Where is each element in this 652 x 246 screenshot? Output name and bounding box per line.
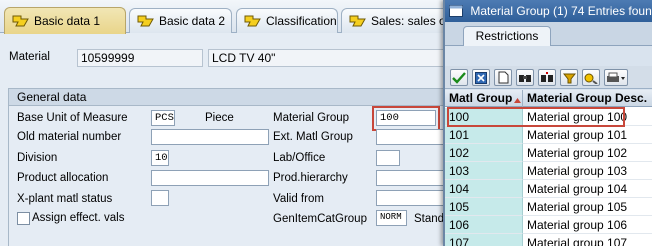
material-number-field: 10599999 [77,49,203,67]
tab-arrow-icon [136,14,156,28]
tab-classification[interactable]: Classification [236,8,338,33]
selected-row-highlight [447,107,625,127]
sap-window-icon [449,2,463,17]
value-list-grid: Matl Group Material Group Desc. 100 Mate… [445,90,652,246]
new-document-icon[interactable] [494,69,512,86]
assign-effect-vals-label: Assign effect. vals [32,212,125,224]
table-row[interactable]: 105 Material group 105 [445,198,652,216]
find-next-icon[interactable] [538,69,556,86]
material-group-label: Material Group [273,112,350,124]
material-group-highlight [372,106,440,131]
base-uom-label: Base Unit of Measure [17,112,128,124]
matl-group-desc: Material group 101 [523,126,652,144]
popup-toolbar [445,66,652,89]
ext-matl-group-field[interactable] [376,129,446,145]
print-dropdown-icon[interactable] [604,69,628,86]
base-uom-field[interactable]: PCS [151,110,175,126]
base-uom-text: Piece [205,112,234,124]
popup-title: Material Group (1) 74 Entries found [470,4,652,18]
table-row[interactable]: 104 Material group 104 [445,180,652,198]
material-description-field: LCD TV 40" [208,49,448,67]
material-group-value-help: Material Group (1) 74 Entries found Rest… [443,0,652,246]
gen-item-cat-field[interactable]: NORM [376,210,407,226]
table-row[interactable]: 106 Material group 106 [445,216,652,234]
matl-group-code: 101 [445,126,523,144]
tab-label: Classification [266,14,337,28]
ext-matl-group-label: Ext. Matl Group [273,131,353,143]
valid-from-label: Valid from [273,193,324,205]
cancel-icon[interactable] [472,69,490,86]
old-material-label: Old material number [17,131,122,143]
popup-tab-bar: Restrictions [445,22,652,46]
table-row[interactable]: 102 Material group 102 [445,144,652,162]
matl-group-desc: Material group 102 [523,144,652,162]
product-allocation-field[interactable] [151,170,269,186]
matl-group-desc: Material group 104 [523,180,652,198]
table-row[interactable]: 107 Material group 107 [445,234,652,246]
matl-group-code: 102 [445,144,523,162]
xplant-status-label: X-plant matl status [17,193,113,205]
matl-group-code: 103 [445,162,523,180]
sort-icon[interactable] [582,69,600,86]
assign-effect-vals-checkbox[interactable] [17,212,30,225]
tab-basic-data-2[interactable]: Basic data 2 [129,8,232,33]
tab-basic-data-1[interactable]: Basic data 1 [4,7,126,34]
matl-group-code: 105 [445,198,523,216]
xplant-status-field[interactable] [151,190,169,206]
matl-group-desc: Material group 103 [523,162,652,180]
tab-restrictions[interactable]: Restrictions [463,26,551,46]
product-allocation-label: Product allocation [17,172,109,184]
matl-group-code: 104 [445,180,523,198]
old-material-field[interactable] [151,129,269,145]
lab-office-label: Lab/Office [273,152,326,164]
matl-group-desc: Material group 107 [523,234,652,246]
filter-icon[interactable] [560,69,578,86]
matl-group-desc: Material group 106 [523,216,652,234]
matl-group-desc: Material group 105 [523,198,652,216]
tab-arrow-icon [348,14,368,28]
tab-label: Basic data 1 [34,14,101,28]
checkmark-icon[interactable] [450,69,468,86]
column-header-matl-group[interactable]: Matl Group [445,90,523,107]
tab-arrow-icon [11,14,31,28]
division-label: Division [17,152,58,164]
sort-ascending-icon [514,94,521,106]
material-label: Material [9,51,50,63]
division-field[interactable]: 10 [151,150,169,166]
find-icon[interactable] [516,69,534,86]
lab-office-field[interactable] [376,150,400,166]
tab-label: Basic data 2 [159,14,226,28]
prod-hierarchy-field[interactable] [376,170,446,186]
grid-header: Matl Group Material Group Desc. [445,90,652,107]
matl-group-code: 107 [445,234,523,246]
valid-from-field[interactable] [376,190,446,206]
table-row[interactable]: 101 Material group 101 [445,126,652,144]
gen-item-cat-label: GenItemCatGroup [273,213,367,225]
column-header-description[interactable]: Material Group Desc. [523,90,652,107]
prod-hierarchy-label: Prod.hierarchy [273,172,348,184]
tab-arrow-icon [243,14,263,28]
matl-group-code: 106 [445,216,523,234]
gen-item-cat-text: Stand [414,213,445,225]
table-row[interactable]: 103 Material group 103 [445,162,652,180]
popup-title-bar[interactable]: Material Group (1) 74 Entries found [445,0,652,22]
